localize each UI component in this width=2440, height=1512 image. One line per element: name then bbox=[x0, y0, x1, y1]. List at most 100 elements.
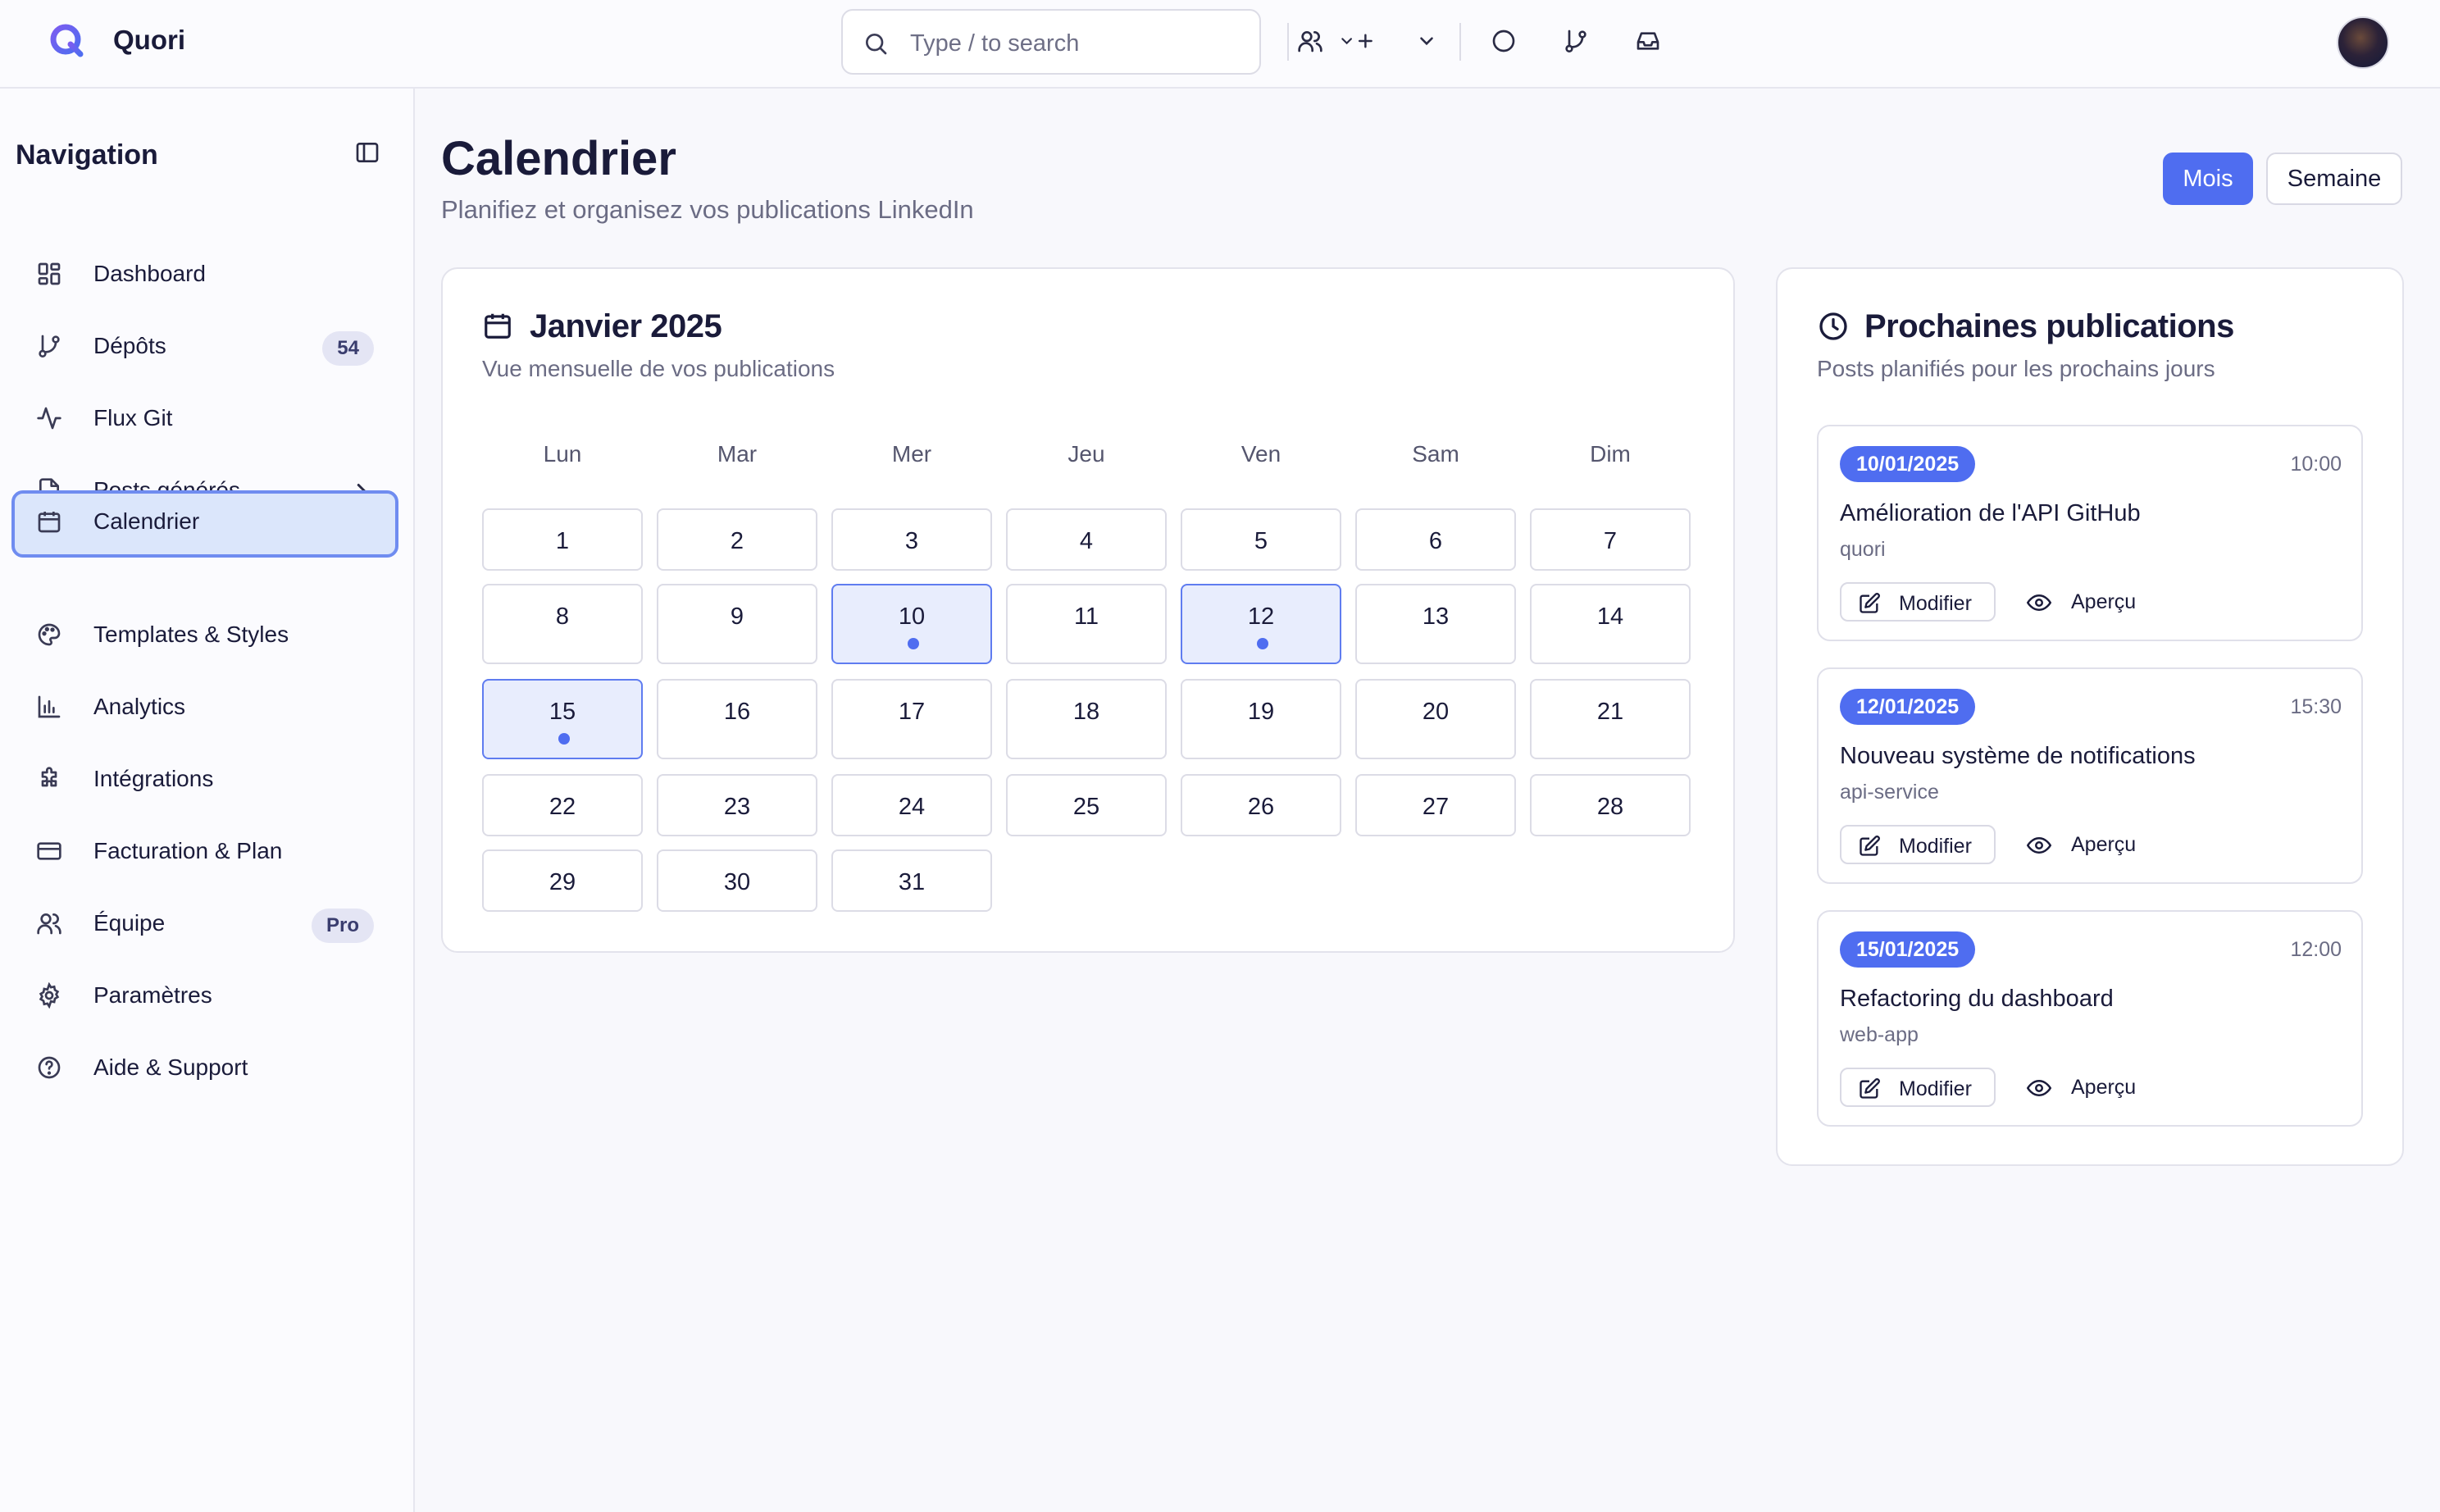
preview-button[interactable]: Aperçu bbox=[2012, 1068, 2143, 1107]
calendar-day[interactable]: 28 bbox=[1530, 774, 1691, 836]
sidebar-item-label: Flux Git bbox=[93, 405, 173, 430]
palette-icon bbox=[36, 622, 62, 648]
calendar-day[interactable]: 6 bbox=[1355, 508, 1516, 571]
sidebar-item-equipe[interactable]: Équipe Pro bbox=[11, 889, 398, 956]
day-number: 15 bbox=[549, 699, 576, 725]
calendar-day[interactable]: 2 bbox=[657, 508, 817, 571]
top-bar: Quori Type / to search bbox=[0, 0, 2440, 89]
day-number: 2 bbox=[730, 528, 744, 554]
search-input[interactable]: Type / to search bbox=[841, 9, 1261, 75]
day-number: 13 bbox=[1422, 603, 1450, 630]
activity-icon bbox=[36, 405, 62, 431]
calendar-day[interactable]: 22 bbox=[482, 774, 643, 836]
calendar-day[interactable]: 30 bbox=[657, 849, 817, 912]
post-time: 10:00 bbox=[2290, 453, 2342, 476]
calendar-day-with-post[interactable]: 12 bbox=[1181, 584, 1341, 664]
calendar-day-with-post[interactable]: 15 bbox=[482, 679, 643, 759]
calendar-day[interactable]: 17 bbox=[831, 679, 992, 759]
calendar-day[interactable]: 8 bbox=[482, 584, 643, 664]
calendar-day[interactable]: 16 bbox=[657, 679, 817, 759]
day-number: 25 bbox=[1072, 794, 1100, 820]
sidebar-item-label: Analytics bbox=[93, 694, 186, 719]
edit-button[interactable]: Modifier bbox=[1840, 582, 1996, 622]
post-indicator-dot bbox=[558, 733, 570, 745]
day-number: 29 bbox=[549, 869, 576, 895]
scheduled-post-card[interactable]: 12/01/2025 15:30 Nouveau système de noti… bbox=[1817, 667, 2363, 884]
sidebar-item-aide[interactable]: Aide & Support bbox=[11, 1033, 398, 1100]
edit-button[interactable]: Modifier bbox=[1840, 825, 1996, 864]
date-badge: 10/01/2025 bbox=[1840, 446, 1976, 482]
calendar-day[interactable]: 21 bbox=[1530, 679, 1691, 759]
calendar-day[interactable]: 9 bbox=[657, 584, 817, 664]
calendar-day[interactable]: 20 bbox=[1355, 679, 1516, 759]
calendar-day[interactable]: 23 bbox=[657, 774, 817, 836]
avatar[interactable] bbox=[2337, 16, 2389, 69]
calendar-day[interactable]: 18 bbox=[1006, 679, 1167, 759]
day-number: 19 bbox=[1247, 699, 1275, 725]
calendar-day-with-post[interactable]: 10 bbox=[831, 584, 992, 664]
calendar-day[interactable]: 26 bbox=[1181, 774, 1341, 836]
sidebar-item-depots[interactable]: Dépôts 54 bbox=[11, 312, 398, 379]
create-menu-button[interactable] bbox=[1338, 25, 1376, 57]
calendar-day[interactable]: 24 bbox=[831, 774, 992, 836]
month-view-button[interactable]: Mois bbox=[2163, 153, 2253, 205]
users-icon[interactable] bbox=[1294, 25, 1327, 57]
sidebar-item-templates[interactable]: Templates & Styles bbox=[11, 600, 398, 667]
scheduled-post-card[interactable]: 15/01/2025 12:00 Refactoring du dashboar… bbox=[1817, 910, 2363, 1127]
sidebar-item-calendrier-active[interactable]: Calendrier bbox=[11, 490, 398, 558]
date-badge: 15/01/2025 bbox=[1840, 931, 1976, 968]
post-title: Refactoring du dashboard bbox=[1840, 986, 2114, 1012]
day-number: 3 bbox=[904, 528, 919, 554]
day-number: 21 bbox=[1596, 699, 1624, 725]
sidebar-item-facturation[interactable]: Facturation & Plan bbox=[11, 817, 398, 884]
sidebar-toggle-icon[interactable] bbox=[354, 139, 380, 166]
sidebar-item-flux-git[interactable]: Flux Git bbox=[11, 384, 398, 451]
sidebar-item-parametres[interactable]: Paramètres bbox=[11, 961, 398, 1028]
day-number: 10 bbox=[898, 603, 926, 630]
day-number: 30 bbox=[723, 869, 751, 895]
post-repo: api-service bbox=[1840, 781, 1939, 804]
day-number: 5 bbox=[1254, 528, 1268, 554]
calendar-day[interactable]: 27 bbox=[1355, 774, 1516, 836]
sidebar-item-analytics[interactable]: Analytics bbox=[11, 672, 398, 740]
inbox-icon[interactable] bbox=[1632, 25, 1664, 57]
edit-button[interactable]: Modifier bbox=[1840, 1068, 1996, 1107]
pull-request-icon[interactable] bbox=[1559, 25, 1592, 57]
issues-icon[interactable] bbox=[1487, 25, 1520, 57]
quori-logo-icon[interactable] bbox=[48, 21, 87, 61]
calendar-day[interactable]: 13 bbox=[1355, 584, 1516, 664]
sidebar-item-dashboard[interactable]: Dashboard bbox=[11, 239, 398, 307]
edit-icon bbox=[1858, 1077, 1881, 1100]
eye-icon bbox=[2027, 590, 2051, 615]
scheduled-post-card[interactable]: 10/01/2025 10:00 Amélioration de l'API G… bbox=[1817, 425, 2363, 641]
calendar-day[interactable]: 31 bbox=[831, 849, 992, 912]
sidebar-item-integrations[interactable]: Intégrations bbox=[11, 745, 398, 812]
plus-icon bbox=[1359, 34, 1373, 48]
calendar-day[interactable]: 1 bbox=[482, 508, 643, 571]
preview-button[interactable]: Aperçu bbox=[2012, 825, 2143, 864]
calendar-icon bbox=[482, 310, 513, 341]
weekday-label: Mer bbox=[891, 441, 932, 467]
calendar-day[interactable]: 14 bbox=[1530, 584, 1691, 664]
preview-label: Aperçu bbox=[2071, 833, 2137, 856]
calendar-day[interactable]: 4 bbox=[1006, 508, 1167, 571]
weekday-label: Sam bbox=[1412, 441, 1459, 467]
calendar-day[interactable]: 25 bbox=[1006, 774, 1167, 836]
calendar-day[interactable]: 7 bbox=[1530, 508, 1691, 571]
post-title: Amélioration de l'API GitHub bbox=[1840, 500, 2141, 526]
preview-button[interactable]: Aperçu bbox=[2012, 582, 2143, 622]
chevron-down-icon[interactable] bbox=[1410, 25, 1443, 57]
calendar-day[interactable]: 3 bbox=[831, 508, 992, 571]
upcoming-subtitle: Posts planifiés pour les prochains jours bbox=[1817, 356, 2215, 381]
calendar-day[interactable]: 29 bbox=[482, 849, 643, 912]
brand-name[interactable]: Quori bbox=[113, 25, 185, 56]
calendar-day[interactable]: 11 bbox=[1006, 584, 1167, 664]
page-title: Calendrier bbox=[441, 132, 676, 185]
week-view-button[interactable]: Semaine bbox=[2266, 153, 2402, 205]
credit-card-icon bbox=[36, 838, 62, 864]
calendar-day[interactable]: 19 bbox=[1181, 679, 1341, 759]
sidebar-item-label: Dépôts bbox=[93, 333, 166, 358]
day-number: 11 bbox=[1073, 603, 1099, 630]
day-number: 23 bbox=[723, 794, 751, 820]
calendar-day[interactable]: 5 bbox=[1181, 508, 1341, 571]
